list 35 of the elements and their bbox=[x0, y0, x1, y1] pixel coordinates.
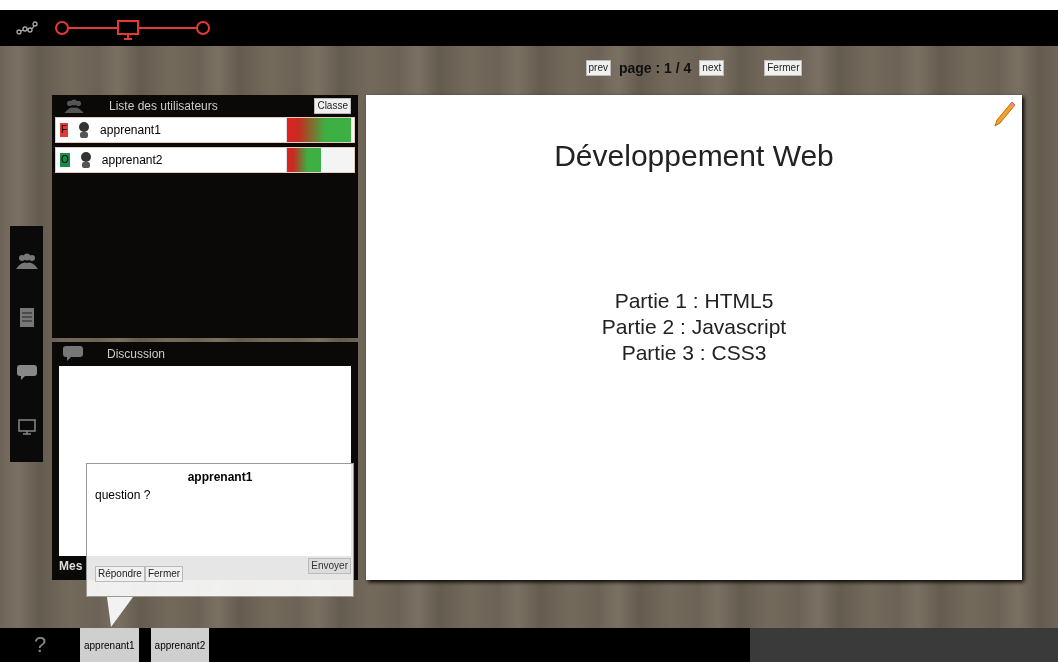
taskbar-tab[interactable]: apprenant1 bbox=[80, 628, 139, 662]
close-button[interactable]: Fermer bbox=[144, 566, 184, 582]
slide-text: Partie 3 : CSS3 bbox=[621, 340, 767, 366]
class-button[interactable]: Classe bbox=[314, 98, 351, 114]
close-button[interactable]: Fermer bbox=[764, 60, 803, 76]
slide-text: Partie 2 : Javascript bbox=[601, 314, 787, 340]
monitor-icon[interactable] bbox=[17, 419, 36, 435]
user-row[interactable]: O apprenant2 bbox=[55, 147, 355, 173]
panel-title: Liste des utilisateurs bbox=[109, 98, 219, 115]
help-icon[interactable]: ? bbox=[0, 628, 80, 662]
chat-bubble-icon[interactable] bbox=[16, 365, 37, 381]
prev-button[interactable]: prev bbox=[585, 60, 611, 76]
page-indicator: page : 1 / 4 bbox=[618, 58, 692, 78]
popup-author: apprenant1 bbox=[187, 469, 253, 486]
nodes-icon bbox=[16, 21, 38, 35]
message-label: Mes bbox=[59, 558, 83, 575]
user-row[interactable]: F apprenant1 bbox=[55, 117, 355, 143]
popup-tail bbox=[107, 597, 133, 629]
status-badge: O bbox=[60, 153, 70, 167]
status-badge: F bbox=[60, 123, 69, 137]
taskbar-tab[interactable]: apprenant2 bbox=[150, 628, 210, 662]
user-name: apprenant2 bbox=[101, 152, 164, 169]
slide-text: Partie 1 : HTML5 bbox=[614, 288, 774, 314]
send-button[interactable]: Envoyer bbox=[308, 558, 351, 574]
panel-title: Discussion bbox=[107, 346, 166, 363]
users-icon bbox=[63, 99, 85, 113]
reply-button[interactable]: Répondre bbox=[95, 566, 145, 582]
notepad-icon[interactable] bbox=[19, 307, 34, 327]
popup-message: question ? bbox=[95, 487, 152, 504]
slide-title: Développement Web bbox=[554, 138, 834, 174]
users-icon[interactable] bbox=[15, 253, 38, 269]
pencil-icon[interactable] bbox=[994, 101, 1016, 127]
user-name: apprenant1 bbox=[100, 122, 162, 139]
chat-bubble-icon bbox=[63, 346, 83, 362]
next-button[interactable]: next bbox=[699, 60, 725, 76]
